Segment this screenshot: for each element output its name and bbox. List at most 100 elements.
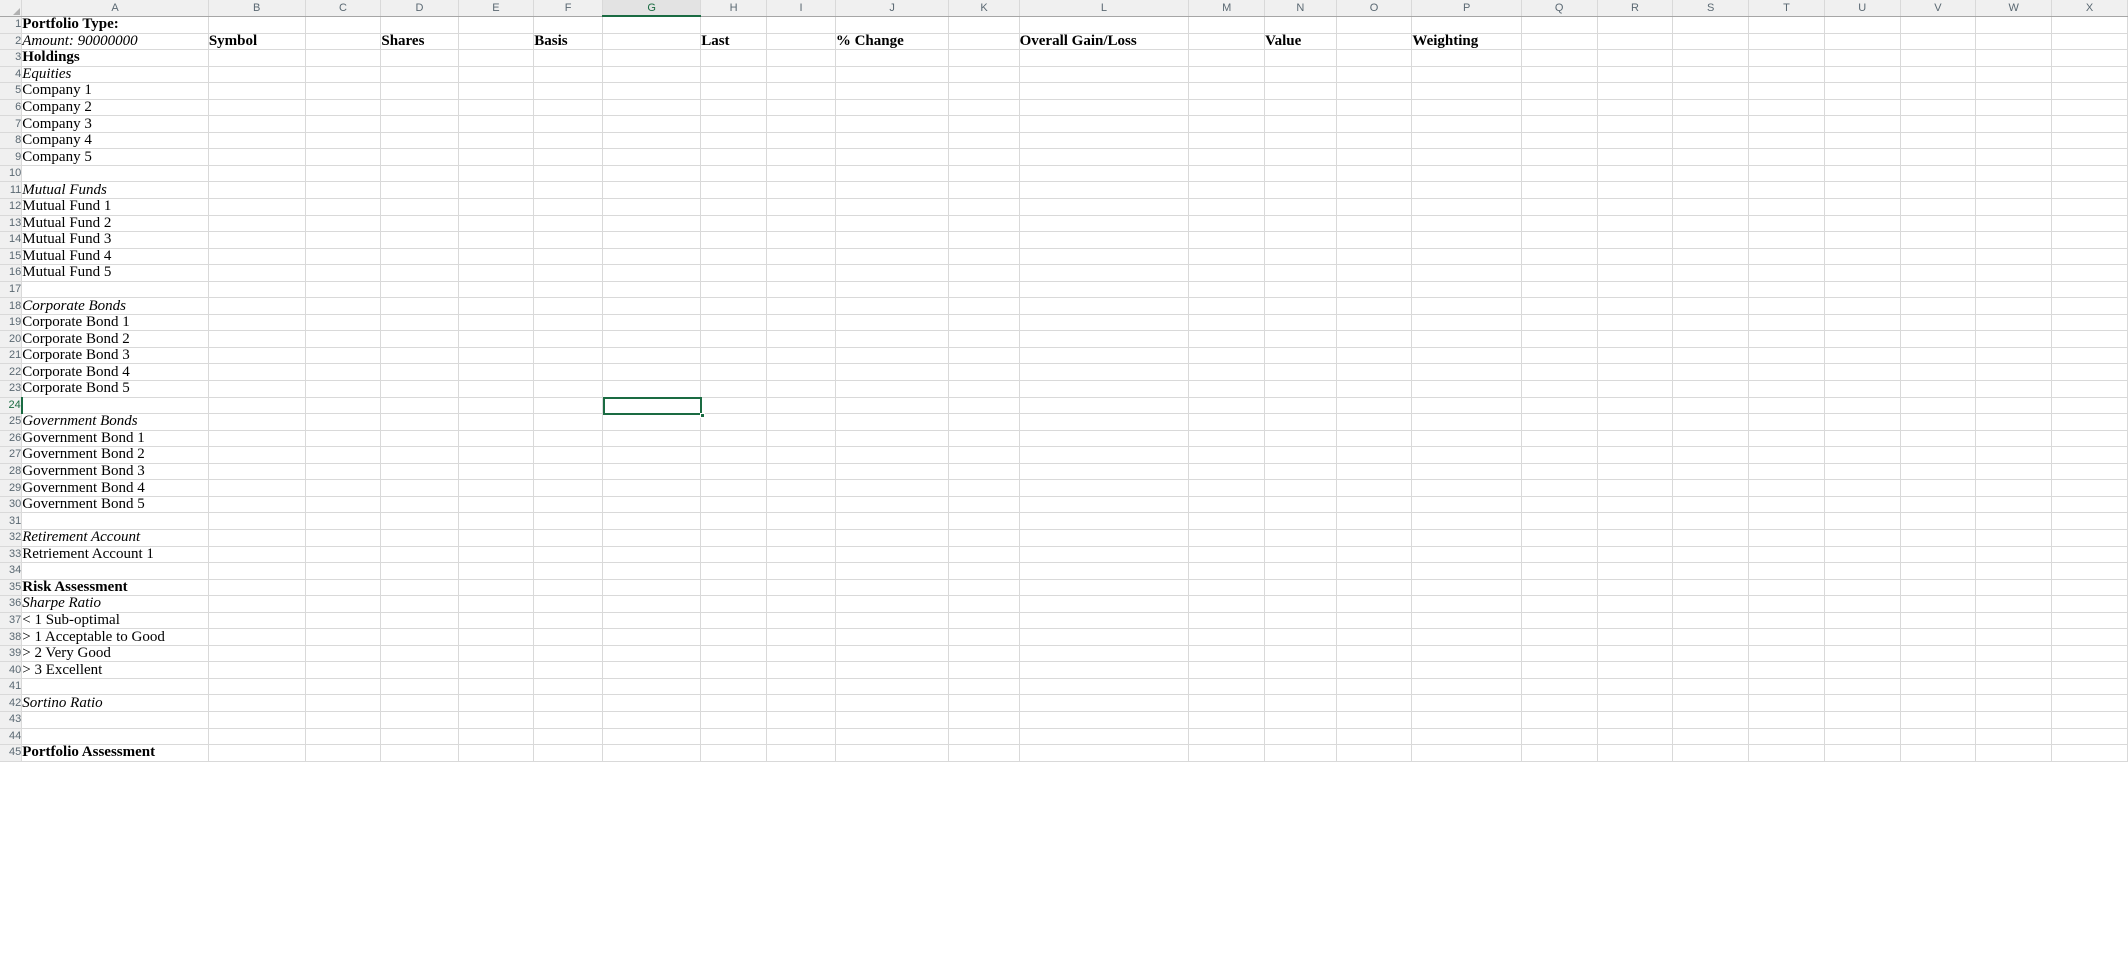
cell-T3[interactable] bbox=[1748, 49, 1825, 67]
cell-V36[interactable] bbox=[1900, 595, 1977, 613]
cell-A40[interactable]: > 3 Excellent bbox=[21, 661, 209, 679]
cell-M27[interactable] bbox=[1188, 446, 1266, 464]
cell-G12[interactable] bbox=[602, 198, 702, 216]
cell-N30[interactable] bbox=[1264, 496, 1337, 514]
cell-W34[interactable] bbox=[1975, 562, 2053, 580]
cell-F37[interactable] bbox=[533, 612, 603, 630]
cell-C22[interactable] bbox=[305, 363, 382, 382]
cell-X14[interactable] bbox=[2051, 231, 2128, 249]
cell-Q4[interactable] bbox=[1521, 66, 1598, 84]
cell-B33[interactable] bbox=[208, 546, 306, 564]
cell-K40[interactable] bbox=[948, 661, 1020, 679]
cell-L44[interactable] bbox=[1019, 728, 1190, 746]
cell-O23[interactable] bbox=[1336, 380, 1413, 398]
cell-H3[interactable] bbox=[700, 49, 768, 67]
cell-X5[interactable] bbox=[2051, 82, 2128, 100]
row-header-30[interactable]: 30 bbox=[0, 496, 23, 514]
cell-W42[interactable] bbox=[1975, 694, 2053, 712]
cell-E20[interactable] bbox=[458, 330, 535, 348]
cell-M8[interactable] bbox=[1188, 132, 1266, 150]
select-all-corner[interactable] bbox=[0, 0, 23, 17]
cell-R8[interactable] bbox=[1597, 132, 1674, 150]
cell-I32[interactable] bbox=[766, 529, 836, 547]
cell-T40[interactable] bbox=[1748, 661, 1825, 679]
cell-V1[interactable] bbox=[1900, 16, 1977, 34]
cell-C40[interactable] bbox=[305, 661, 382, 679]
cell-I27[interactable] bbox=[766, 446, 836, 464]
cell-H12[interactable] bbox=[700, 198, 768, 216]
cell-V25[interactable] bbox=[1900, 413, 1977, 431]
cell-I42[interactable] bbox=[766, 694, 836, 712]
cell-O16[interactable] bbox=[1336, 264, 1413, 282]
cell-D10[interactable] bbox=[380, 165, 459, 183]
cell-N7[interactable] bbox=[1264, 115, 1337, 133]
cell-G14[interactable] bbox=[602, 231, 702, 249]
cell-Q33[interactable] bbox=[1521, 546, 1598, 564]
cell-V16[interactable] bbox=[1900, 264, 1977, 282]
spreadsheet-row[interactable]: 26 Government Bond 1 bbox=[0, 430, 2128, 448]
cell-Q44[interactable] bbox=[1521, 728, 1598, 746]
cell-G36[interactable] bbox=[602, 595, 702, 613]
cell-S21[interactable] bbox=[1672, 347, 1750, 365]
cell-S5[interactable] bbox=[1672, 82, 1750, 100]
cell-L3[interactable] bbox=[1019, 49, 1190, 67]
cell-E45[interactable] bbox=[458, 744, 535, 762]
cell-Q29[interactable] bbox=[1521, 479, 1598, 497]
cell-D37[interactable] bbox=[380, 612, 459, 630]
cell-C34[interactable] bbox=[305, 562, 382, 580]
cell-N31[interactable] bbox=[1264, 512, 1337, 530]
cell-O9[interactable] bbox=[1336, 148, 1413, 166]
cell-C26[interactable] bbox=[305, 430, 382, 448]
cell-E5[interactable] bbox=[458, 82, 535, 100]
cell-F35[interactable] bbox=[533, 579, 603, 597]
cell-J38[interactable] bbox=[835, 628, 950, 646]
cell-A41[interactable] bbox=[21, 678, 209, 696]
cell-X6[interactable] bbox=[2051, 99, 2128, 117]
cell-R26[interactable] bbox=[1597, 430, 1674, 448]
cell-L43[interactable] bbox=[1019, 711, 1190, 729]
cell-B1[interactable] bbox=[208, 16, 306, 34]
cell-S20[interactable] bbox=[1672, 330, 1750, 348]
cell-N27[interactable] bbox=[1264, 446, 1337, 464]
cell-X22[interactable] bbox=[2051, 363, 2128, 382]
cell-A22[interactable]: Corporate Bond 4 bbox=[21, 363, 209, 382]
cell-N21[interactable] bbox=[1264, 347, 1337, 365]
cell-D14[interactable] bbox=[380, 231, 459, 249]
cell-B40[interactable] bbox=[208, 661, 306, 679]
cell-P22[interactable] bbox=[1411, 363, 1522, 382]
cell-T16[interactable] bbox=[1748, 264, 1825, 282]
cell-E41[interactable] bbox=[458, 678, 535, 696]
cell-D27[interactable] bbox=[380, 446, 459, 464]
cell-V6[interactable] bbox=[1900, 99, 1977, 117]
cell-G45[interactable] bbox=[602, 744, 702, 762]
cell-T31[interactable] bbox=[1748, 512, 1825, 530]
spreadsheet-row[interactable]: 28 Government Bond 3 bbox=[0, 463, 2128, 481]
cell-C9[interactable] bbox=[305, 148, 382, 166]
cell-K1[interactable] bbox=[948, 16, 1020, 34]
cell-W29[interactable] bbox=[1975, 479, 2053, 497]
cell-A21[interactable]: Corporate Bond 3 bbox=[21, 347, 209, 365]
cell-A8[interactable]: Company 4 bbox=[21, 132, 209, 150]
row-header-26[interactable]: 26 bbox=[0, 430, 23, 448]
cell-A19[interactable]: Corporate Bond 1 bbox=[21, 314, 209, 332]
cell-J35[interactable] bbox=[835, 579, 950, 597]
cell-B37[interactable] bbox=[208, 612, 306, 630]
cell-O34[interactable] bbox=[1336, 562, 1413, 580]
cell-F23[interactable] bbox=[533, 380, 603, 398]
cell-U2[interactable] bbox=[1824, 33, 1901, 51]
cell-F43[interactable] bbox=[533, 711, 603, 729]
cell-W36[interactable] bbox=[1975, 595, 2053, 613]
cell-I11[interactable] bbox=[766, 181, 836, 200]
cell-S39[interactable] bbox=[1672, 645, 1750, 663]
row-header-36[interactable]: 36 bbox=[0, 595, 23, 613]
cell-W27[interactable] bbox=[1975, 446, 2053, 464]
cell-A20[interactable]: Corporate Bond 2 bbox=[21, 330, 209, 348]
cell-R17[interactable] bbox=[1597, 281, 1674, 299]
cell-J22[interactable] bbox=[835, 363, 950, 382]
cell-D30[interactable] bbox=[380, 496, 459, 514]
cell-O22[interactable] bbox=[1336, 363, 1413, 382]
cell-F42[interactable] bbox=[533, 694, 603, 712]
cell-R30[interactable] bbox=[1597, 496, 1674, 514]
cell-L19[interactable] bbox=[1019, 314, 1190, 332]
cell-J17[interactable] bbox=[835, 281, 950, 299]
